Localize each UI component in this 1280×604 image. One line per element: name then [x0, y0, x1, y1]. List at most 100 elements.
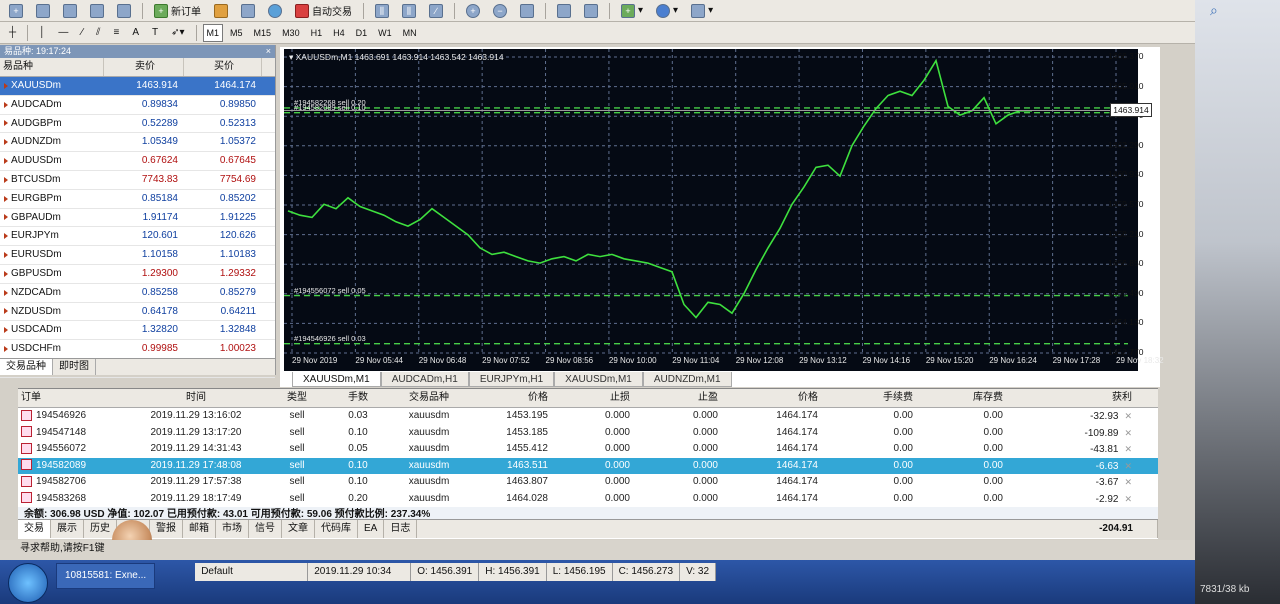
table-row[interactable]: 194546926 2019.11.29 13:16:02 sell 0.03 xauu… [18, 408, 1158, 425]
close-order-icon[interactable]: ✕ [1124, 494, 1132, 504]
col-commission[interactable]: 手续费 [824, 389, 919, 407]
trendline-button[interactable]: ∕ [76, 23, 88, 43]
market-watch-row[interactable]: GBPAUDm 1.91174 1.91225 [0, 209, 275, 228]
close-order-icon[interactable]: ✕ [1124, 411, 1132, 421]
tab-mailbox[interactable]: 邮箱 [183, 520, 216, 538]
market-watch-row[interactable]: EURGBPm 0.85184 0.85202 [0, 190, 275, 209]
zoom-in-button[interactable]: + [461, 1, 485, 21]
chart-tab[interactable]: XAUUSDm,M1 [554, 372, 643, 387]
market-watch-row[interactable]: XAUUSDm 1463.914 1464.174 [0, 77, 275, 96]
table-row[interactable]: 194583268 2019.11.29 18:17:49 sell 0.20 xauu… [18, 491, 1158, 508]
globe-button[interactable] [263, 1, 287, 21]
channel-button[interactable]: ⫽ [91, 23, 105, 43]
col-current-price[interactable]: 价格 [724, 389, 824, 407]
bid-column-header[interactable]: 卖价 [104, 58, 184, 76]
search-icon[interactable]: ⌕ [1210, 2, 1218, 19]
navigator-button[interactable] [85, 1, 109, 21]
col-lots[interactable]: 手数 [332, 389, 384, 407]
vertical-line-button[interactable]: │ [34, 23, 50, 43]
timeframe-h1[interactable]: H1 [307, 24, 327, 42]
start-button[interactable] [8, 563, 48, 603]
tab-alerts[interactable]: 警报 [150, 520, 183, 538]
zoom-out-button[interactable]: − [488, 1, 512, 21]
chart-tab[interactable]: EURJPYm,H1 [468, 372, 555, 387]
ask-column-header[interactable]: 买价 [184, 58, 262, 76]
tab-symbols[interactable]: 交易品种 [0, 359, 53, 375]
periods-button[interactable]: ▾ [651, 1, 683, 21]
chart-tab[interactable]: AUDCADm,H1 [380, 372, 469, 387]
tab-signals[interactable]: 信号 [249, 520, 282, 538]
table-row[interactable]: 194547148 2019.11.29 13:17:20 sell 0.10 xauu… [18, 425, 1158, 442]
taskbar-item[interactable]: 10815581: Exne... [56, 563, 156, 589]
fibonacci-button[interactable]: ≡ [108, 23, 124, 43]
crosshair-button[interactable]: ┼ [4, 23, 21, 43]
close-order-icon[interactable]: ✕ [1124, 461, 1132, 471]
timeframe-d1[interactable]: D1 [352, 24, 372, 42]
profiles-button[interactable] [31, 1, 55, 21]
tab-trade[interactable]: 交易 [18, 520, 51, 538]
market-watch-row[interactable]: AUDUSDm 0.67624 0.67645 [0, 152, 275, 171]
timeframe-m30[interactable]: M30 [278, 24, 304, 42]
terminal-button[interactable] [112, 1, 136, 21]
timeframe-w1[interactable]: W1 [374, 24, 396, 42]
market-watch-row[interactable]: USDCADm 1.32820 1.32848 [0, 321, 275, 341]
col-tp[interactable]: 止盈 [636, 389, 724, 407]
market-watch-row[interactable]: BTCUSDm 7743.83 7754.69 [0, 171, 275, 190]
col-swap[interactable]: 库存费 [919, 389, 1009, 407]
table-row[interactable]: 194556072 2019.11.29 14:31:43 sell 0.05 xauu… [18, 441, 1158, 458]
table-row[interactable]: 194582706 2019.11.29 17:57:38 sell 0.10 xauu… [18, 474, 1158, 491]
tab-journal[interactable]: 日志 [384, 520, 418, 538]
col-profit[interactable]: 获利 [1009, 389, 1154, 407]
indicators-button[interactable]: + ▾ [616, 1, 648, 21]
close-order-icon[interactable]: ✕ [1124, 477, 1132, 487]
horizontal-line-button[interactable]: — [53, 23, 73, 43]
tab-exposure[interactable]: 展示 [51, 520, 84, 538]
timeframe-m5[interactable]: M5 [226, 24, 247, 42]
new-chart-button[interactable]: + [4, 1, 28, 21]
candle-chart-button[interactable]: ⫼ [397, 1, 421, 21]
bar-chart-button[interactable]: ⫼ [370, 1, 394, 21]
market-watch-row[interactable]: NZDUSDm 0.64178 0.64211 [0, 303, 275, 322]
col-order[interactable]: 订单 [18, 389, 130, 407]
close-icon[interactable]: × [266, 45, 275, 58]
market-watch-row[interactable]: EURUSDm 1.10158 1.10183 [0, 246, 275, 265]
timeframe-m1[interactable]: M1 [202, 23, 224, 42]
close-order-icon[interactable]: ✕ [1124, 444, 1132, 454]
tab-code-base[interactable]: 代码库 [315, 520, 358, 538]
market-watch-row[interactable]: AUDGBPm 0.52289 0.52313 [0, 115, 275, 134]
col-time[interactable]: 时间 [130, 389, 262, 407]
tab-market[interactable]: 市场 [216, 520, 249, 538]
market-watch-row[interactable]: USDCHFm 0.99985 1.00023 [0, 340, 275, 359]
label-tool-button[interactable]: T [147, 23, 163, 43]
auto-trading-button[interactable]: 自动交易 [290, 1, 357, 21]
tab-articles[interactable]: 文章 [282, 520, 315, 538]
arrows-button[interactable]: ➶▾ [166, 23, 189, 43]
tile-windows-button[interactable] [515, 1, 539, 21]
col-open-price[interactable]: 价格 [474, 389, 554, 407]
tab-tick-chart[interactable]: 即时图 [53, 359, 96, 375]
timeframe-mn[interactable]: MN [399, 24, 421, 42]
templates-button[interactable]: ▾ [686, 1, 718, 21]
strategy-tester-button[interactable] [236, 1, 260, 21]
chart-tab[interactable]: XAUUSDm,M1 [292, 372, 381, 387]
price-chart[interactable]: ▾ XAUUSDm,M1 1463.691 1463.914 1463.542 … [284, 49, 1164, 371]
new-order-button[interactable]: + 新订单 [149, 1, 206, 21]
metaeditor-button[interactable] [209, 1, 233, 21]
line-chart-button[interactable]: ∕ [424, 1, 448, 21]
tab-experts[interactable]: EA [358, 520, 385, 538]
col-sl[interactable]: 止损 [554, 389, 636, 407]
chart-shift-button[interactable] [552, 1, 576, 21]
market-watch-row[interactable]: EURJPYm 120.601 120.626 [0, 227, 275, 247]
col-type[interactable]: 类型 [262, 389, 332, 407]
market-watch-row[interactable]: NZDCADm 0.85258 0.85279 [0, 284, 275, 303]
chart-tab[interactable]: AUDNZDm,M1 [642, 372, 732, 387]
market-watch-row[interactable]: GBPUSDm 1.29300 1.29332 [0, 265, 275, 284]
col-symbol[interactable]: 交易品种 [384, 389, 474, 407]
market-watch-row[interactable]: AUDCADm 0.89834 0.89850 [0, 96, 275, 115]
market-watch-row[interactable]: AUDNZDm 1.05349 1.05372 [0, 133, 275, 153]
symbol-column-header[interactable]: 易品种 [0, 58, 104, 76]
timeframe-h4[interactable]: H4 [329, 24, 349, 42]
autoscroll-button[interactable] [579, 1, 603, 21]
market-watch-button[interactable] [58, 1, 82, 21]
text-tool-button[interactable]: A [127, 23, 144, 43]
